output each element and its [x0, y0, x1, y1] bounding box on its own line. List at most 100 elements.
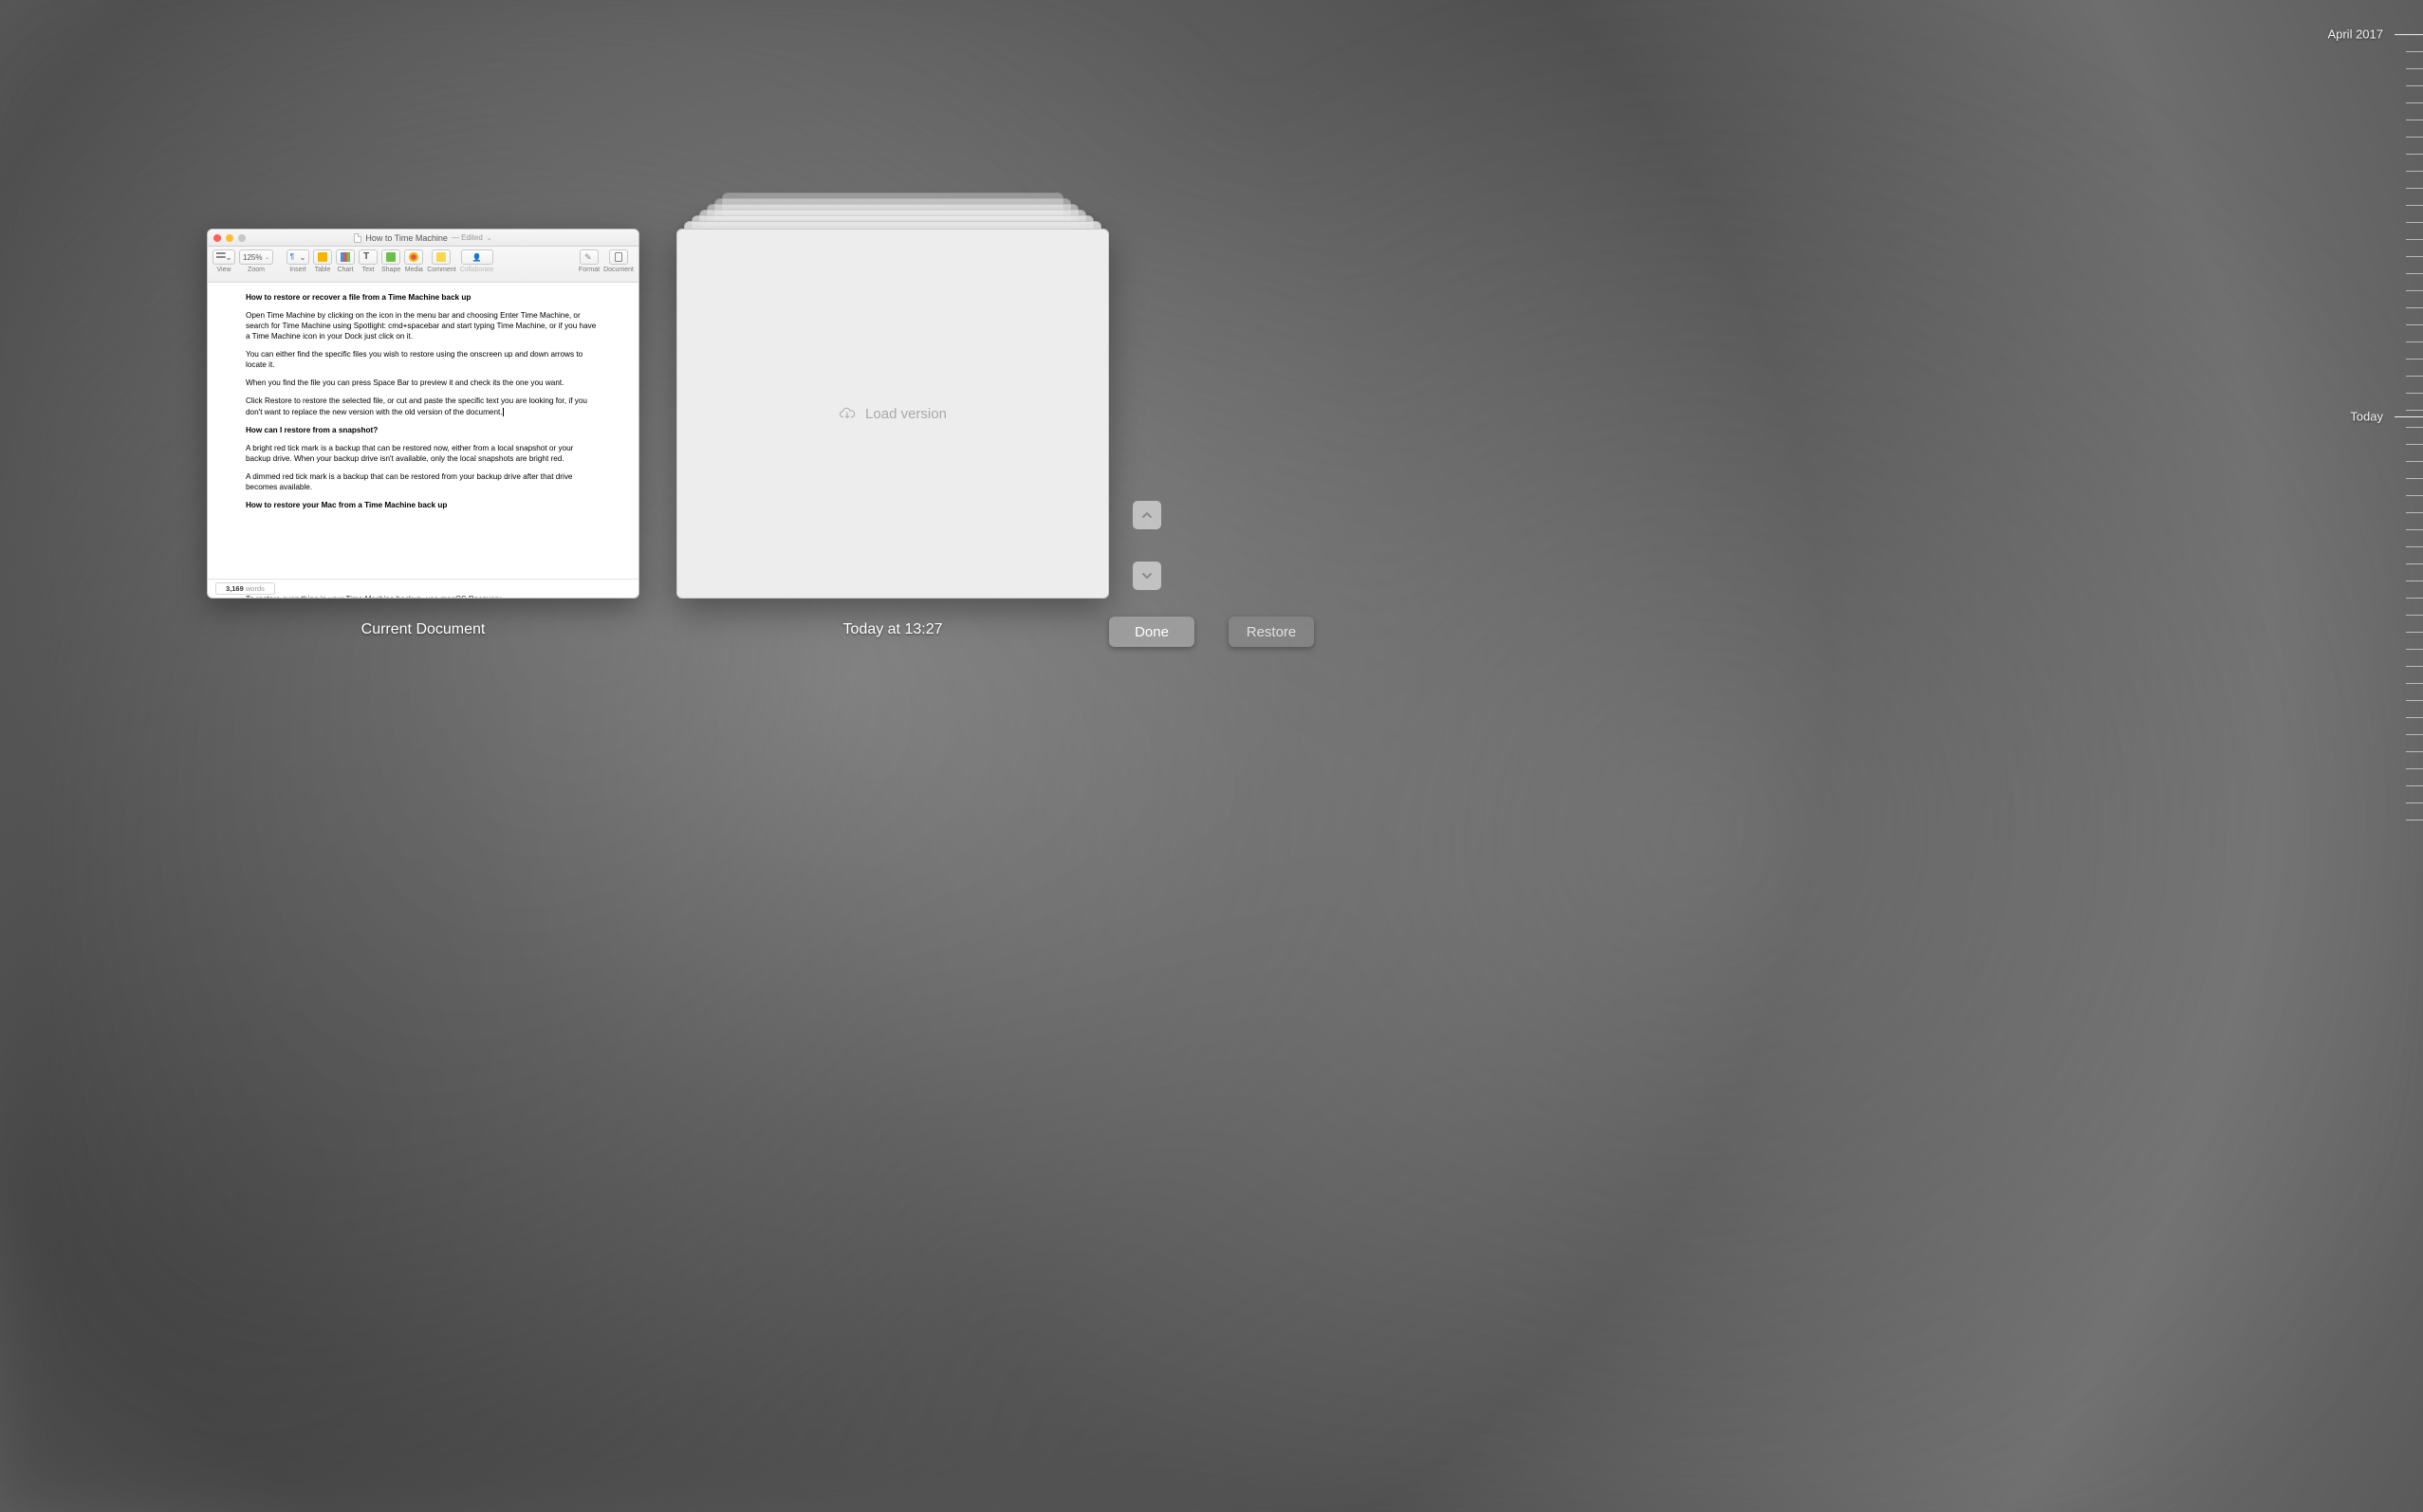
- timeline-tick[interactable]: [2406, 222, 2423, 223]
- zoom-value: 125%: [243, 253, 262, 262]
- heading: How can I restore from a snapshot?: [246, 425, 601, 435]
- timeline-tick[interactable]: [2406, 137, 2423, 138]
- toolbar-label: Collaborate: [460, 267, 494, 273]
- table-button[interactable]: [313, 249, 332, 265]
- document-icon: [615, 252, 622, 262]
- timeline-tick[interactable]: [2406, 478, 2423, 479]
- load-version-label: Load version: [865, 406, 947, 422]
- timeline-tick[interactable]: [2406, 495, 2423, 496]
- timeline-tick[interactable]: [2406, 615, 2423, 616]
- timeline-tick[interactable]: [2406, 751, 2423, 752]
- document-body[interactable]: How to restore or recover a file from a …: [208, 283, 638, 579]
- cloud-download-icon: [839, 407, 856, 420]
- timeline[interactable]: April 2017 Today: [2374, 23, 2423, 1512]
- timeline-tick[interactable]: [2406, 802, 2423, 803]
- media-button[interactable]: [404, 249, 423, 265]
- paragraph: You can either find the specific files y…: [246, 349, 601, 370]
- toolbar-label: Insert: [289, 267, 306, 273]
- timeline-tick[interactable]: [2406, 341, 2423, 342]
- timeline-tick[interactable]: [2406, 785, 2423, 786]
- chevron-down-icon: [1141, 570, 1153, 581]
- timeline-tick[interactable]: [2406, 102, 2423, 103]
- toolbar-label: Chart: [337, 267, 353, 273]
- timeline-tick[interactable]: [2406, 717, 2423, 718]
- timeline-tick[interactable]: [2406, 546, 2423, 547]
- document-icon: [354, 233, 361, 243]
- timeline-tick[interactable]: [2406, 171, 2423, 172]
- window-titlebar[interactable]: How to Time Machine — Edited ⌄: [208, 230, 638, 247]
- toolbar-label: Table: [315, 267, 331, 273]
- timeline-tick-major[interactable]: [2395, 416, 2423, 417]
- timeline-tick[interactable]: [2406, 307, 2423, 308]
- nav-up-button[interactable]: [1133, 501, 1161, 529]
- timeline-tick[interactable]: [2406, 154, 2423, 155]
- toolbar-label: Text: [362, 267, 375, 273]
- timeline-tick[interactable]: [2406, 461, 2423, 462]
- insert-button[interactable]: ¶ ⌄: [287, 249, 309, 265]
- text-button[interactable]: T: [359, 249, 378, 265]
- timeline-tick[interactable]: [2406, 239, 2423, 240]
- done-button[interactable]: Done: [1109, 617, 1194, 647]
- version-nav-arrows: [1133, 501, 1161, 590]
- shape-button[interactable]: [381, 249, 400, 265]
- timeline-tick[interactable]: [2406, 393, 2423, 394]
- chart-button[interactable]: [336, 249, 355, 265]
- timeline-tick[interactable]: [2406, 256, 2423, 257]
- action-buttons: Done Restore: [0, 617, 2423, 647]
- timeline-tick[interactable]: [2406, 666, 2423, 667]
- timeline-tick[interactable]: [2406, 563, 2423, 564]
- timeline-tick[interactable]: [2406, 85, 2423, 86]
- timeline-tick[interactable]: [2406, 68, 2423, 69]
- version-card-front[interactable]: Load version: [676, 229, 1109, 599]
- timeline-tick-major[interactable]: [2395, 34, 2423, 35]
- timeline-tick[interactable]: [2406, 683, 2423, 684]
- restore-button[interactable]: Restore: [1229, 617, 1314, 647]
- timeline-tick[interactable]: [2406, 649, 2423, 650]
- toolbar-label: Format: [579, 267, 600, 273]
- timeline-tick[interactable]: [2406, 324, 2423, 325]
- text-icon: T: [363, 252, 373, 262]
- word-count[interactable]: 3,169 words: [215, 582, 275, 595]
- person-icon: 👤: [472, 253, 482, 262]
- timeline-tick[interactable]: [2406, 273, 2423, 274]
- timeline-tick[interactable]: [2406, 632, 2423, 633]
- view-button[interactable]: ⌄: [213, 249, 235, 265]
- load-version-button[interactable]: Load version: [839, 406, 947, 422]
- timeline-tick[interactable]: [2406, 376, 2423, 377]
- nav-down-button[interactable]: [1133, 562, 1161, 590]
- timeline-tick[interactable]: [2406, 734, 2423, 735]
- toolbar-label: Zoom: [248, 267, 265, 273]
- timeline-tick[interactable]: [2406, 51, 2423, 52]
- timeline-tick[interactable]: [2406, 205, 2423, 206]
- format-button[interactable]: ✎: [580, 249, 599, 265]
- timeline-tick[interactable]: [2406, 598, 2423, 599]
- paragraph: When you find the file you can press Spa…: [246, 378, 601, 388]
- table-icon: [318, 252, 327, 262]
- document-footer: 3,169 words To restore everything in you…: [208, 579, 638, 598]
- timeline-tick[interactable]: [2406, 290, 2423, 291]
- timeline-tick[interactable]: [2406, 820, 2423, 821]
- timeline-tick[interactable]: [2406, 529, 2423, 530]
- insert-icon: ¶: [290, 252, 300, 262]
- timeline-tick[interactable]: [2406, 188, 2423, 189]
- timeline-tick[interactable]: [2406, 768, 2423, 769]
- edited-indicator: — Edited: [452, 233, 483, 242]
- timeline-tick[interactable]: [2406, 410, 2423, 411]
- chevron-down-icon: ⌄: [300, 253, 306, 262]
- comment-icon: [436, 252, 446, 262]
- text-cursor: [503, 408, 504, 416]
- timeline-tick[interactable]: [2406, 512, 2423, 513]
- toolbar-label: Shape: [381, 267, 400, 273]
- document-button[interactable]: [609, 249, 628, 265]
- word-count-value: 3,169: [226, 584, 244, 593]
- timeline-tick[interactable]: [2406, 700, 2423, 701]
- timeline-tick[interactable]: [2406, 444, 2423, 445]
- timeline-tick[interactable]: [2406, 359, 2423, 360]
- timeline-tick[interactable]: [2406, 427, 2423, 428]
- timeline-label-top: April 2017: [2327, 28, 2383, 42]
- window-title-text: How to Time Machine: [365, 233, 448, 243]
- comment-button[interactable]: [432, 249, 451, 265]
- zoom-select[interactable]: 125%⌄: [239, 249, 273, 265]
- toolbar-label: Media: [405, 267, 423, 273]
- chevron-down-icon[interactable]: ⌄: [487, 234, 492, 242]
